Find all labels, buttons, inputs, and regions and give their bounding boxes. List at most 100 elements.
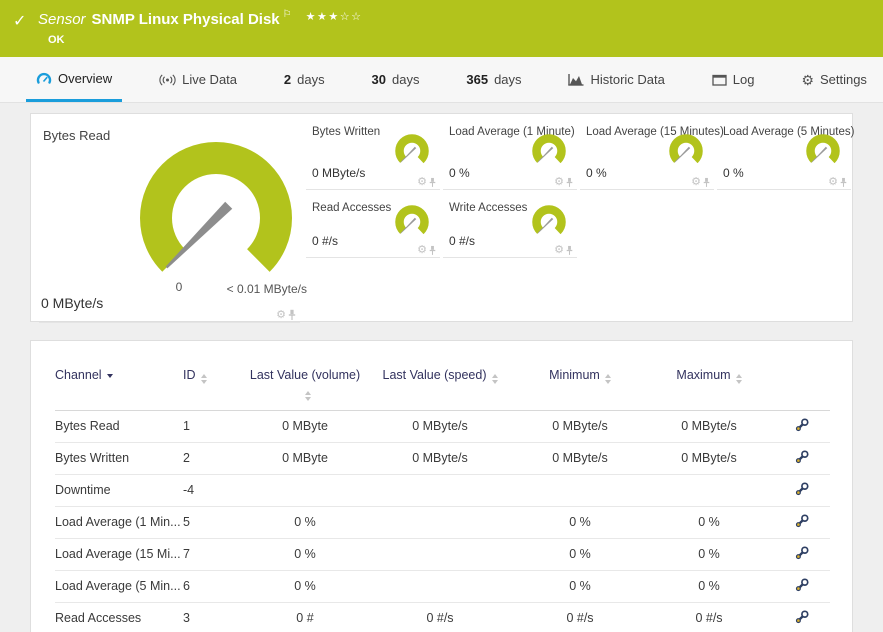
priority-stars[interactable]: ★★★☆☆ bbox=[306, 11, 363, 23]
last-value-volume: 0 # bbox=[245, 601, 365, 632]
column-header-channel[interactable]: Channel bbox=[55, 341, 183, 411]
gauge-icon bbox=[36, 72, 52, 84]
gauge-scale-min: 0 bbox=[175, 280, 183, 294]
sort-icon bbox=[604, 374, 611, 384]
channel-settings-icon[interactable] bbox=[795, 610, 809, 624]
maximum-value: 0 MByte/s bbox=[645, 409, 773, 443]
write-accesses-gauge[interactable] bbox=[527, 202, 571, 244]
channel-name[interactable]: Bytes Written bbox=[55, 441, 183, 475]
gauge-cell-load-average-15: Load Average (15 Minutes) 0 % ⚙ bbox=[580, 114, 724, 190]
gauge-value: 0 % bbox=[449, 166, 470, 180]
bytes-written-gauge[interactable] bbox=[390, 131, 434, 173]
flag-icon[interactable]: ⚐ bbox=[283, 9, 292, 20]
historic-chart-icon bbox=[568, 74, 584, 86]
divider bbox=[39, 322, 300, 323]
pin-icon[interactable] bbox=[566, 177, 573, 188]
maximum-value: 0 % bbox=[645, 569, 773, 603]
sort-icon bbox=[106, 374, 113, 378]
pin-icon[interactable] bbox=[429, 177, 436, 188]
channel-name[interactable]: Load Average (1 Min... bbox=[55, 505, 183, 539]
channel-settings-icon[interactable] bbox=[795, 418, 809, 432]
column-header-last-value-volume[interactable]: Last Value (volume) bbox=[245, 341, 365, 411]
pin-icon[interactable] bbox=[288, 309, 296, 321]
channel-settings-icon[interactable] bbox=[795, 482, 809, 496]
gauge-value: 0 % bbox=[586, 166, 607, 180]
status-badge: OK bbox=[48, 34, 65, 46]
column-header-id[interactable]: ID bbox=[183, 341, 245, 411]
gauge-settings-icon[interactable]: ⚙ bbox=[554, 177, 564, 188]
channel-id: 2 bbox=[183, 441, 245, 475]
channel-name[interactable]: Read Accesses bbox=[55, 601, 183, 632]
channel-settings-icon[interactable] bbox=[795, 450, 809, 464]
tab-settings-label: Settings bbox=[819, 72, 867, 87]
last-value-speed: 0 MByte/s bbox=[365, 409, 515, 443]
sort-icon bbox=[491, 374, 498, 384]
channel-id: 1 bbox=[183, 409, 245, 443]
channel-name[interactable]: Bytes Read bbox=[55, 409, 183, 443]
minimum-value: 0 % bbox=[515, 505, 645, 539]
channel-name[interactable]: Load Average (15 Mi... bbox=[55, 537, 183, 571]
tab-2-days-unit: days bbox=[297, 72, 325, 87]
tab-2-days[interactable]: 2 days bbox=[274, 57, 335, 102]
last-value-speed bbox=[365, 473, 515, 507]
column-header-last-value-speed[interactable]: Last Value (speed) bbox=[365, 341, 515, 411]
channel-name[interactable]: Load Average (5 Min... bbox=[55, 569, 183, 603]
gauge-value: 0 MByte/s bbox=[312, 166, 366, 180]
pin-icon[interactable] bbox=[429, 245, 436, 256]
pin-icon[interactable] bbox=[840, 177, 847, 188]
channel-id: 3 bbox=[183, 601, 245, 632]
minimum-value: 0 MByte/s bbox=[515, 409, 645, 443]
gauge-settings-icon[interactable]: ⚙ bbox=[417, 245, 427, 256]
tab-historic-data-label: Historic Data bbox=[590, 72, 665, 87]
tab-overview-label: Overview bbox=[58, 70, 113, 86]
gauge-cell-read-accesses: Read Accesses 0 #/s ⚙ bbox=[306, 190, 440, 258]
last-value-volume: 0 % bbox=[245, 569, 365, 603]
tab-log[interactable]: Log bbox=[702, 57, 765, 102]
tab-historic-data[interactable]: Historic Data bbox=[558, 57, 674, 102]
channel-settings-icon[interactable] bbox=[795, 514, 809, 528]
gauge-settings-icon[interactable]: ⚙ bbox=[828, 177, 838, 188]
channel-id: 5 bbox=[183, 505, 245, 539]
table-row: Load Average (5 Min... 6 0 % 0 % 0 % bbox=[55, 569, 830, 603]
gauge-settings-icon[interactable]: ⚙ bbox=[691, 177, 701, 188]
read-accesses-gauge[interactable] bbox=[390, 202, 434, 244]
tab-overview[interactable]: Overview bbox=[26, 57, 123, 102]
gauge-settings-icon[interactable]: ⚙ bbox=[554, 245, 564, 256]
tab-30-days[interactable]: 30 days bbox=[362, 57, 430, 102]
channel-id: -4 bbox=[183, 473, 245, 507]
table-row: Bytes Written 2 0 MByte 0 MByte/s 0 MByt… bbox=[55, 441, 830, 475]
channels-table: Channel ID Last Value (volume) Last Valu… bbox=[55, 341, 830, 632]
sort-icon bbox=[304, 390, 311, 401]
load-average-1-gauge[interactable] bbox=[527, 131, 571, 173]
gauge-settings-icon[interactable]: ⚙ bbox=[417, 177, 427, 188]
tab-live-data-label: Live Data bbox=[182, 72, 238, 87]
tab-settings[interactable]: ⚙ Settings bbox=[791, 57, 877, 102]
table-row: Bytes Read 1 0 MByte 0 MByte/s 0 MByte/s… bbox=[55, 409, 830, 443]
gauge-cell-bytes-written: Bytes Written 0 MByte/s ⚙ bbox=[306, 114, 440, 190]
settings-gear-icon: ⚙ bbox=[801, 71, 814, 88]
load-average-5-gauge[interactable] bbox=[801, 131, 845, 173]
tab-log-label: Log bbox=[732, 72, 755, 87]
column-header-actions bbox=[773, 341, 830, 411]
last-value-volume: 0 % bbox=[245, 505, 365, 539]
pin-icon[interactable] bbox=[566, 245, 573, 256]
tab-365-days[interactable]: 365 days bbox=[456, 57, 531, 102]
pin-icon[interactable] bbox=[703, 177, 710, 188]
column-header-maximum[interactable]: Maximum bbox=[645, 341, 773, 411]
tab-2-days-number: 2 bbox=[283, 72, 292, 87]
sensor-header: ✓ Sensor SNMP Linux Physical Disk ⚐ ★★★☆☆ O… bbox=[0, 0, 883, 57]
minimum-value: 0 #/s bbox=[515, 601, 645, 632]
channel-name[interactable]: Downtime bbox=[55, 473, 183, 507]
gauge-settings-icon[interactable]: ⚙ bbox=[276, 309, 286, 321]
last-value-volume: 0 MByte bbox=[245, 409, 365, 443]
bytes-read-gauge[interactable] bbox=[134, 136, 298, 300]
tab-365-days-number: 365 bbox=[466, 72, 489, 87]
last-value-speed bbox=[365, 537, 515, 571]
column-header-minimum[interactable]: Minimum bbox=[515, 341, 645, 411]
channel-settings-icon[interactable] bbox=[795, 546, 809, 560]
sort-icon bbox=[200, 374, 207, 384]
channel-settings-icon[interactable] bbox=[795, 578, 809, 592]
load-average-15-gauge[interactable] bbox=[664, 131, 708, 173]
tab-live-data[interactable]: Live Data bbox=[149, 57, 247, 102]
sensor-title-line: Sensor SNMP Linux Physical Disk ⚐ ★★★☆☆ bbox=[38, 9, 362, 28]
